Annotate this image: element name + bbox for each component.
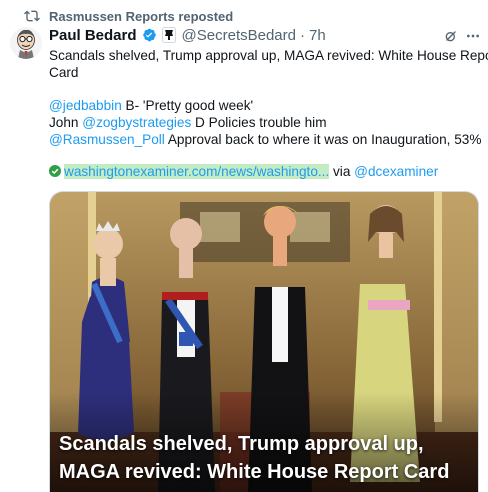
- mention-link[interactable]: @jedbabbin: [49, 98, 122, 113]
- more-icon[interactable]: [464, 28, 482, 44]
- post-time[interactable]: 7h: [309, 27, 326, 44]
- tweet-text-segment: Approval back to where it was on Inaugur…: [164, 132, 482, 147]
- repost-indicator[interactable]: Rasmussen Reports reposted: [24, 7, 233, 25]
- via-text: via: [329, 164, 355, 179]
- tweet-text-line: @jedbabbin B- 'Pretty good week': [49, 97, 479, 114]
- tweet-text-line: John @zogbystrategies D Policies trouble…: [49, 114, 479, 131]
- verified-icon: [142, 28, 156, 42]
- media-headline-line: MAGA revived: White House Report Card: [59, 461, 450, 483]
- avatar[interactable]: [10, 27, 42, 59]
- tweet-text-line: Scandals shelved, Trump approval up, MAG…: [49, 48, 488, 63]
- tweet-text-segment: John: [49, 115, 83, 130]
- repost-icon: [24, 10, 40, 22]
- tweet-text-line: @Rasmussen_Poll Approval back to where i…: [49, 131, 482, 148]
- author-name[interactable]: Paul Bedard: [49, 27, 137, 44]
- repost-label: Rasmussen Reports reposted: [49, 8, 234, 24]
- mention-link[interactable]: @zogbystrategies: [82, 115, 191, 130]
- media-headline: Scandals shelved, Trump approval up, MAG…: [59, 430, 449, 486]
- grok-icon[interactable]: [443, 28, 459, 44]
- author-handle[interactable]: @SecretsBedard: [182, 27, 296, 44]
- tweet-text-line: Card: [49, 65, 79, 80]
- mention-link[interactable]: @Rasmussen_Poll: [49, 132, 165, 147]
- separator-dot: ·: [299, 26, 305, 44]
- media-headline-line: Scandals shelved, Trump approval up,: [59, 433, 424, 455]
- link-card-media[interactable]: Scandals shelved, Trump approval up, MAG…: [49, 191, 479, 492]
- affiliate-badge-icon[interactable]: [161, 27, 176, 43]
- tweet-header: Paul Bedard @SecretsBedard · 7h: [49, 25, 479, 45]
- tweet-text-segment: D Policies trouble him: [191, 115, 327, 130]
- tweet-link-line: washingtonexaminer.com/news/washingto...…: [49, 163, 479, 180]
- tweet-text-segment: B- 'Pretty good week': [121, 98, 254, 113]
- article-url-link[interactable]: washingtonexaminer.com/news/washingto...: [64, 164, 330, 179]
- avatar-caricature: [10, 27, 42, 59]
- check-icon: [49, 165, 61, 177]
- mention-link[interactable]: @dcexaminer: [354, 164, 438, 179]
